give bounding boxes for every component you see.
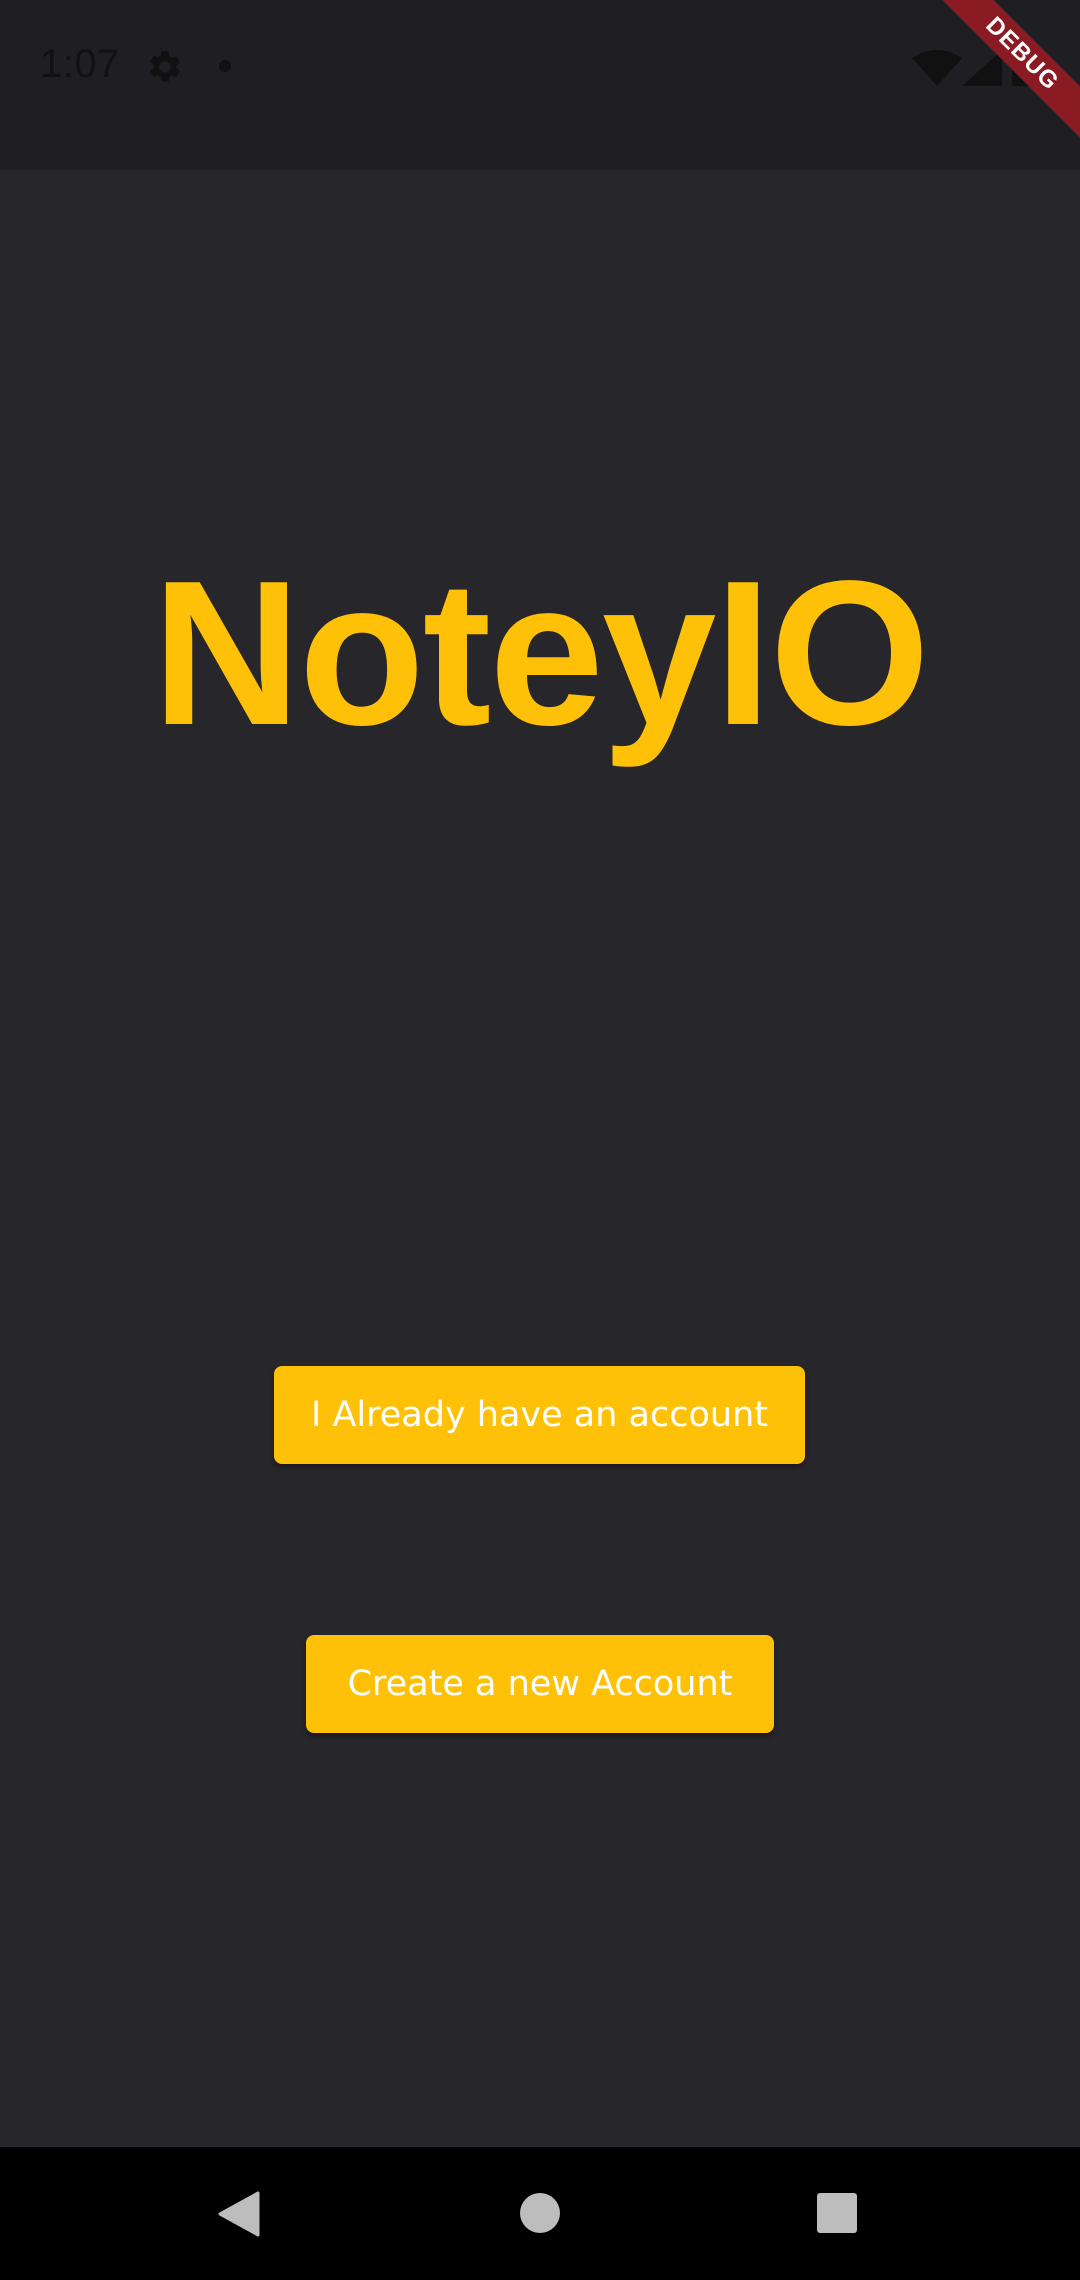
- navigation-bar: [0, 2147, 1080, 2280]
- status-bar: 1:07: [0, 0, 1080, 170]
- recents-icon[interactable]: [817, 2193, 857, 2233]
- wifi-icon: [912, 50, 962, 86]
- login-button-label: I Already have an account: [311, 1395, 768, 1435]
- create-account-button-label: Create a new Account: [347, 1664, 733, 1704]
- create-account-button[interactable]: Create a new Account: [306, 1635, 774, 1733]
- login-button[interactable]: I Already have an account: [274, 1366, 805, 1464]
- notification-dot-icon: [219, 60, 231, 72]
- battery-icon: [1012, 44, 1034, 86]
- status-time: 1:07: [40, 42, 120, 86]
- signal-icon: [962, 50, 1002, 86]
- app-title: NoteyIO: [152, 538, 930, 768]
- back-icon[interactable]: [218, 2191, 260, 2237]
- home-icon[interactable]: [520, 2193, 560, 2233]
- app-screen: 1:07 DEBUG NoteyIO I Already have an acc…: [0, 0, 1080, 2280]
- gear-icon: [150, 51, 180, 82]
